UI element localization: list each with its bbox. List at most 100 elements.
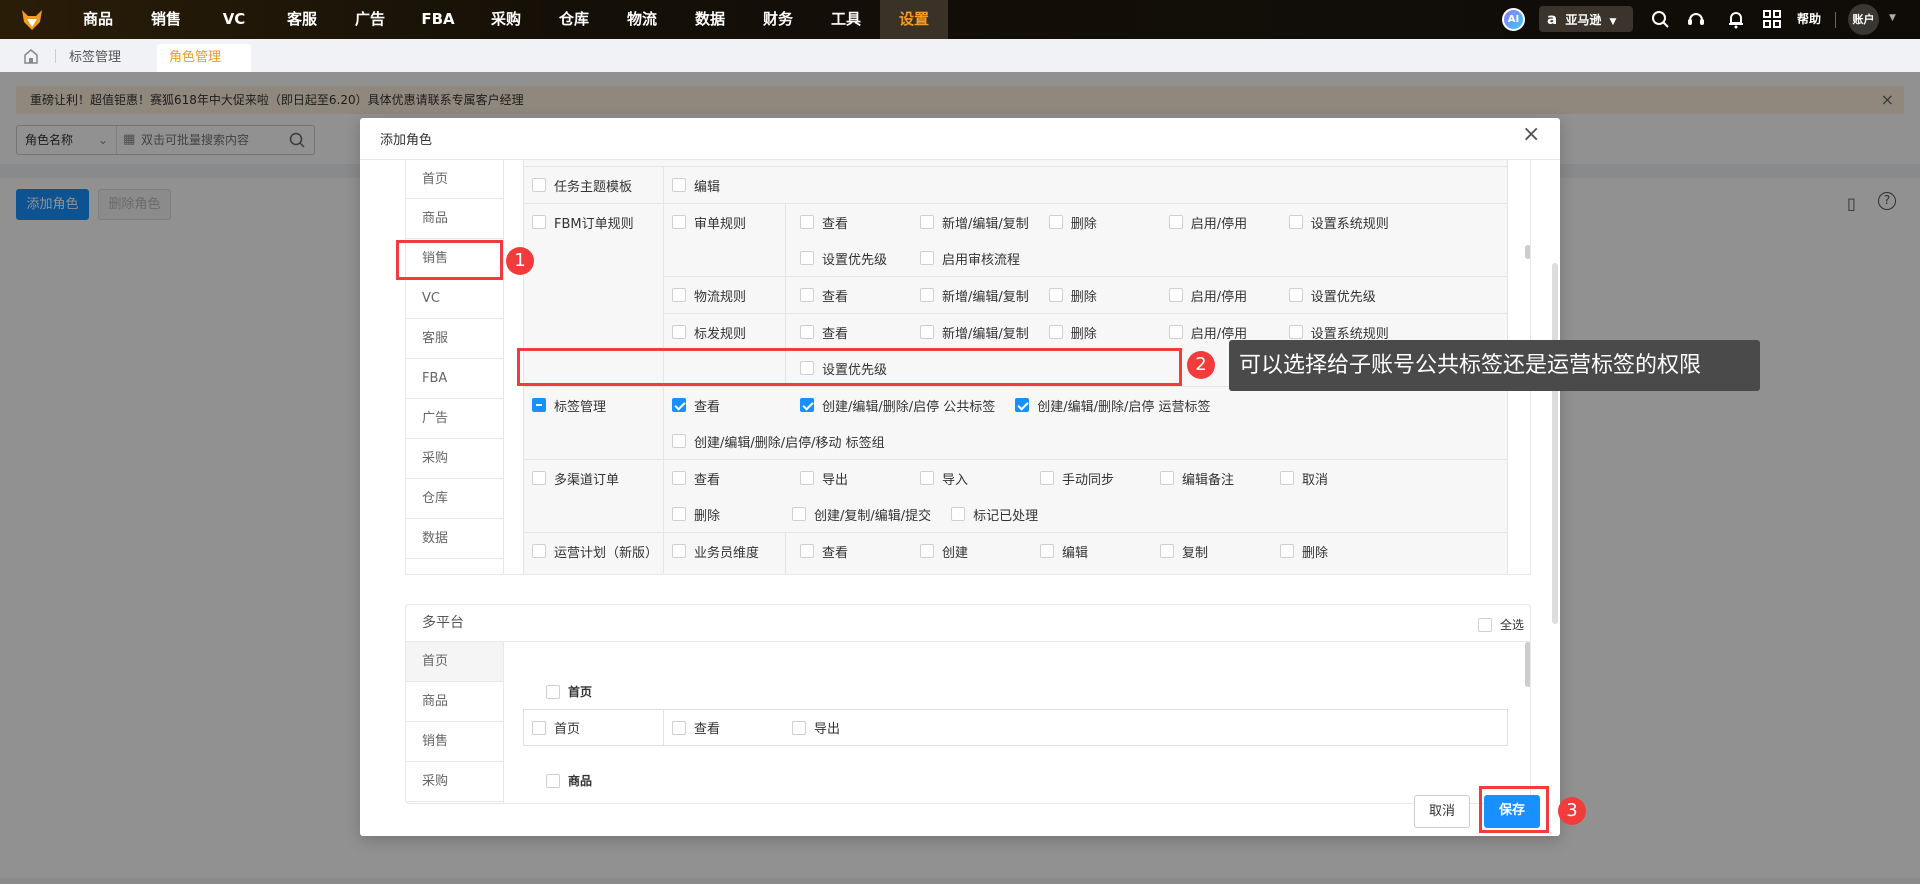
nav-item[interactable]: VC	[200, 0, 268, 39]
checkbox[interactable]	[1288, 215, 1303, 229]
checkbox[interactable]	[1015, 398, 1030, 412]
sidebar-item[interactable]: 采购	[406, 439, 503, 479]
nav-item[interactable]: 仓库	[540, 0, 608, 39]
checkbox[interactable]	[920, 288, 934, 302]
checkbox[interactable]	[800, 471, 814, 485]
permission-checkbox[interactable]: 新增/编辑/复制	[920, 314, 1049, 350]
dialog-close-icon[interactable]: ×	[1522, 122, 1540, 147]
sidebar-item[interactable]: 仓库	[406, 479, 503, 519]
sub-checkbox[interactable]: 业务员维度	[672, 533, 777, 569]
checkbox[interactable]	[920, 215, 934, 229]
nav-item[interactable]: 广告	[336, 0, 404, 39]
checkbox[interactable]	[1288, 288, 1303, 302]
perm-checkbox[interactable]: 查看	[664, 710, 792, 745]
checkbox[interactable]	[532, 398, 546, 412]
nav-item[interactable]: 物流	[608, 0, 676, 39]
apps-grid-icon[interactable]	[1763, 10, 1781, 28]
checkbox[interactable]	[672, 544, 686, 558]
platform-select[interactable]: a 亚马逊 ▼	[1539, 6, 1633, 32]
checkbox[interactable]	[672, 215, 686, 229]
permission-checkbox[interactable]: 删除	[1048, 277, 1169, 313]
permission-checkbox[interactable]: 创建/复制/编辑/提交	[792, 496, 951, 532]
checkbox[interactable]	[672, 325, 686, 339]
panel-scrollbar[interactable]	[1525, 642, 1530, 687]
help-link[interactable]: 帮助	[1797, 0, 1821, 39]
permission-checkbox[interactable]: 导出	[920, 569, 1040, 574]
checkbox[interactable]	[672, 471, 686, 485]
permission-checkbox[interactable]: 删除	[672, 496, 792, 532]
checkbox[interactable]	[532, 178, 546, 192]
checkbox[interactable]	[920, 325, 934, 339]
permission-checkbox[interactable]: 复制	[1160, 533, 1280, 569]
checkbox[interactable]	[672, 288, 686, 302]
permission-checkbox[interactable]: 编辑	[1040, 533, 1160, 569]
permission-checkbox[interactable]: 删除	[1048, 204, 1169, 240]
permission-checkbox[interactable]: 导入	[800, 569, 920, 574]
permission-checkbox[interactable]: 启用审核流程	[920, 240, 1040, 276]
permission-checkbox[interactable]: 查看	[800, 533, 920, 569]
sub-checkbox[interactable]: 标发规则	[672, 314, 777, 350]
tab-role-management[interactable]: 角色管理 ×	[157, 44, 251, 93]
checkbox[interactable]	[672, 398, 686, 412]
checkbox[interactable]	[800, 288, 814, 302]
nav-item[interactable]: FBA	[404, 0, 472, 39]
account-caret-icon[interactable]: ▼	[1889, 13, 1896, 23]
checkbox[interactable]	[1160, 544, 1174, 558]
row-label-checkbox[interactable]: 首页	[524, 710, 664, 745]
checkbox[interactable]	[800, 398, 814, 412]
checkbox[interactable]	[792, 507, 806, 521]
nav-item[interactable]: 工具	[812, 0, 880, 39]
checkbox[interactable]	[532, 215, 546, 229]
checkbox[interactable]	[1048, 325, 1063, 339]
checkbox[interactable]	[1168, 215, 1183, 229]
permission-checkbox[interactable]: 启用/停用	[1168, 277, 1289, 313]
permission-checkbox[interactable]: 新增/编辑/复制	[920, 277, 1049, 313]
nav-item[interactable]: 数据	[676, 0, 744, 39]
checkbox[interactable]	[1168, 325, 1183, 339]
permission-checkbox[interactable]: 查看	[672, 387, 800, 423]
checkbox[interactable]	[800, 251, 814, 265]
sidebar-item[interactable]: 销售	[406, 722, 503, 762]
checkbox[interactable]	[1280, 544, 1294, 558]
permission-checkbox[interactable]: 启用/停用	[1168, 204, 1289, 240]
permission-checkbox[interactable]: 创建/编辑/删除/启停/移动 标签组	[672, 423, 905, 459]
checkbox[interactable]	[800, 544, 814, 558]
checkbox[interactable]	[1048, 288, 1063, 302]
sidebar-item[interactable]: 数据	[406, 519, 503, 559]
sidebar-item[interactable]: 首页	[406, 642, 503, 682]
permission-checkbox[interactable]: 查看	[800, 277, 920, 313]
nav-item[interactable]: 客服	[268, 0, 336, 39]
checkbox[interactable]	[1160, 471, 1174, 485]
nav-item[interactable]: 商品	[64, 0, 132, 39]
cancel-button[interactable]: 取消	[1414, 795, 1470, 828]
permission-checkbox[interactable]: 导出	[800, 460, 920, 496]
checkbox[interactable]	[800, 325, 814, 339]
headset-icon[interactable]	[1687, 9, 1705, 29]
checkbox[interactable]	[532, 471, 546, 485]
nav-item[interactable]: 设置	[880, 0, 948, 39]
search-icon[interactable]	[1651, 10, 1669, 28]
row-checkbox[interactable]: 任务主题模板	[532, 167, 655, 203]
checkbox[interactable]	[1168, 288, 1183, 302]
permission-checkbox[interactable]: 查看	[800, 204, 920, 240]
nav-item[interactable]: 财务	[744, 0, 812, 39]
permission-checkbox[interactable]: 设置优先级	[800, 240, 920, 276]
tab-tag-management[interactable]: 标签管理	[69, 44, 121, 72]
nav-item[interactable]: 销售	[132, 0, 200, 39]
home-icon[interactable]	[23, 48, 39, 64]
group-checkbox-home[interactable]: 首页	[546, 683, 592, 700]
sidebar-item[interactable]: 首页	[406, 160, 503, 199]
permission-checkbox[interactable]: 创建/编辑/删除/启停 公共标签	[800, 387, 1015, 423]
sidebar-item[interactable]: FBA	[406, 359, 503, 399]
sidebar-item[interactable]: 采购	[406, 762, 503, 802]
checkbox[interactable]	[920, 471, 934, 485]
sidebar-item[interactable]: 客服	[406, 319, 503, 359]
checkbox[interactable]	[920, 251, 934, 265]
row-checkbox[interactable]: 运营计划（新版）	[532, 533, 658, 569]
permission-checkbox[interactable]: 导入	[920, 460, 1040, 496]
perm-checkbox[interactable]: 导出	[792, 710, 840, 745]
sidebar-item[interactable]: 商品	[406, 199, 503, 239]
permission-checkbox[interactable]: 查看上周期数据	[1040, 569, 1173, 574]
permission-checkbox[interactable]: 查看	[800, 314, 920, 350]
sidebar-item[interactable]: 广告	[406, 399, 503, 439]
